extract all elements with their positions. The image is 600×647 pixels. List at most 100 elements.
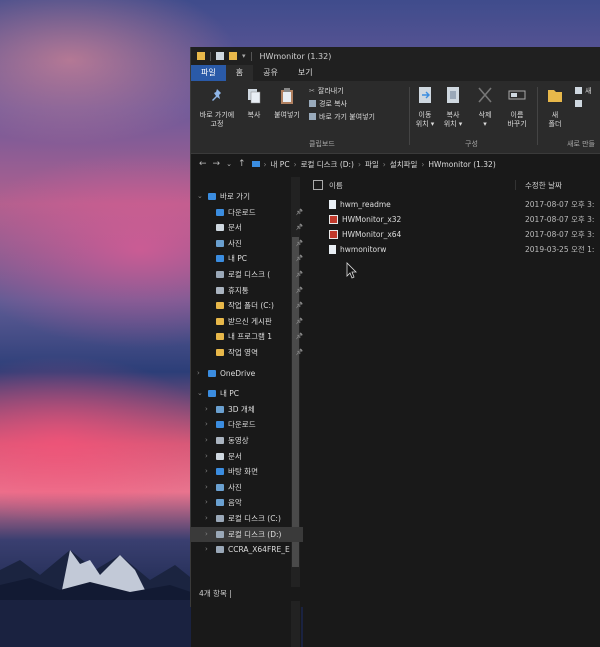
copy-path-button[interactable]: 경로 복사	[309, 98, 347, 109]
config-file-icon	[329, 245, 336, 254]
cube-icon	[216, 405, 224, 413]
nav-item[interactable]: 휴지통 📌	[191, 283, 305, 298]
pinned-icon: 📌	[295, 333, 303, 341]
nav-item[interactable]: › 동영상	[191, 433, 305, 448]
delete-button[interactable]: 삭제 ▾	[475, 85, 495, 129]
expand-chevron-icon[interactable]: ⌄	[197, 386, 204, 401]
expand-chevron-icon[interactable]: ›	[205, 495, 212, 510]
file-row[interactable]: HWMonitor_x32 2017-08-07 오후 3:	[303, 212, 600, 227]
pc-icon	[208, 390, 216, 398]
properties-icon[interactable]	[216, 52, 224, 60]
nav-item-label: 문서	[228, 223, 242, 233]
new-folder-icon[interactable]	[229, 52, 237, 60]
nav-item[interactable]: 문서 📌	[191, 220, 305, 235]
file-row[interactable]: HWMonitor_x64 2017-08-07 오후 3:	[303, 227, 600, 242]
nav-item[interactable]: › OneDrive	[191, 366, 297, 381]
expand-chevron-icon[interactable]: ›	[205, 433, 212, 448]
move-to-icon	[419, 87, 431, 103]
new-folder-icon	[548, 90, 562, 102]
expand-chevron-icon[interactable]: ›	[205, 480, 212, 495]
quick-access-dropdown-icon[interactable]: ▾	[242, 52, 246, 60]
file-row[interactable]: hwm_readme 2017-08-07 오후 3:	[303, 197, 600, 212]
expand-chevron-icon[interactable]: ›	[197, 366, 204, 381]
breadcrumb-pc[interactable]: 내 PC	[271, 159, 290, 170]
copy-to-button[interactable]: 복사 위치 ▾	[441, 85, 465, 129]
nav-item-label: 받으신 게시판	[228, 316, 272, 326]
cloud-icon	[208, 369, 216, 377]
nav-item[interactable]: › 사진	[191, 480, 305, 495]
new-item-button[interactable]: 새	[575, 85, 591, 96]
file-name: hwmonitorw	[340, 245, 387, 254]
pin-to-quick-access-button[interactable]: 바로 가기에 고정	[195, 87, 239, 129]
nav-item[interactable]: › 3D 개체	[191, 402, 305, 417]
paste-button[interactable]: 붙여넣기	[271, 87, 303, 120]
tab-file[interactable]: 파일	[191, 65, 226, 81]
nav-item[interactable]: 작업 영역 📌	[191, 345, 305, 360]
nav-item[interactable]: › 음악	[191, 495, 305, 510]
file-name-cell: HWMonitor_x32	[329, 215, 401, 224]
copy-icon	[248, 89, 261, 104]
path-icon	[309, 100, 316, 107]
column-date[interactable]: 수정한 날짜	[525, 180, 562, 191]
rename-button[interactable]: 이름 바꾸기	[503, 85, 531, 129]
nav-item[interactable]: 받으신 게시판 📌	[191, 314, 305, 329]
pinned-icon: 📌	[295, 271, 303, 278]
expand-chevron-icon[interactable]: ›	[205, 417, 212, 432]
back-arrow-icon[interactable]: ←	[199, 159, 207, 169]
expand-chevron-icon[interactable]: ›	[205, 511, 212, 526]
cut-button[interactable]: ✂ 잘라내기	[309, 85, 344, 96]
expand-chevron-icon[interactable]: ›	[205, 464, 212, 479]
breadcrumb-drive[interactable]: 로컬 디스크 (D:)	[301, 159, 354, 170]
expand-chevron-icon[interactable]: ›	[205, 527, 212, 542]
nav-item[interactable]: › CCRA_X64FRE_E	[191, 542, 305, 557]
expand-chevron-icon[interactable]: ›	[205, 402, 212, 417]
nav-item[interactable]: 사진 📌	[191, 236, 305, 251]
move-to-button[interactable]: 이동 위치 ▾	[413, 85, 437, 129]
file-name-cell: hwm_readme	[329, 200, 391, 209]
file-row[interactable]: hwmonitorw 2019-03-25 오전 1:	[303, 242, 600, 257]
nav-item[interactable]: 다운로드 📌	[191, 205, 305, 220]
nav-item[interactable]: 내 프로그램 1 📌	[191, 329, 305, 344]
select-all-checkbox[interactable]	[313, 180, 323, 190]
nav-item[interactable]: ⌄ 바로 가기	[191, 189, 297, 204]
file-date: 2017-08-07 오후 3:	[525, 230, 595, 239]
nav-item[interactable]: › 바탕 화면	[191, 464, 305, 479]
nav-item[interactable]: › 로컬 디스크 (C:)	[191, 511, 305, 526]
drive-icon	[216, 546, 224, 554]
tab-view[interactable]: 보기	[288, 65, 323, 81]
window-title: HWmonitor (1.32)	[259, 51, 332, 61]
nav-item-label: 내 PC	[220, 389, 240, 399]
nav-item-label: 다운로드	[228, 207, 256, 217]
up-arrow-icon[interactable]: ↑	[238, 159, 246, 169]
nav-item[interactable]: › 로컬 디스크 (D:)	[191, 526, 305, 542]
easy-access-button[interactable]	[575, 98, 582, 109]
nav-item[interactable]: 작업 폴더 (C:) 📌	[191, 298, 305, 313]
address-bar-row: ← → ⌄ ↑ › 내 PC › 로컬 디스크 (D:) › 파일 › 설치파일…	[191, 154, 600, 174]
new-folder-button[interactable]: 새 폴더	[543, 85, 567, 129]
column-name[interactable]: 이름	[329, 180, 343, 191]
nav-item[interactable]: ⌄ 내 PC	[191, 386, 297, 401]
pc-icon	[251, 161, 260, 167]
breadcrumb-current[interactable]: HWmonitor (1.32)	[428, 160, 495, 169]
nav-item[interactable]: 내 PC 📌	[191, 251, 305, 266]
breadcrumb-files[interactable]: 파일	[365, 159, 379, 170]
scissors-icon: ✂	[309, 86, 315, 95]
breadcrumb-installers[interactable]: 설치파일	[390, 159, 418, 170]
nav-item[interactable]: 로컬 디스크 (📌	[191, 267, 305, 282]
expand-chevron-icon[interactable]: ›	[205, 542, 212, 557]
copy-button[interactable]: 복사	[243, 87, 265, 120]
tab-home[interactable]: 홈	[225, 65, 254, 81]
nav-item[interactable]: › 문서	[191, 449, 305, 464]
paste-shortcut-button[interactable]: 바로 가기 붙여넣기	[309, 111, 375, 122]
forward-arrow-icon[interactable]: →	[213, 159, 221, 169]
recent-dropdown-icon[interactable]: ⌄	[226, 160, 232, 168]
nav-item[interactable]: › 다운로드	[191, 417, 305, 432]
expand-chevron-icon[interactable]: ›	[205, 449, 212, 464]
document-icon	[216, 452, 224, 460]
download-icon	[216, 208, 224, 216]
pinned-icon: 📌	[295, 317, 303, 325]
tab-share[interactable]: 공유	[253, 65, 288, 81]
nav-item-label: 작업 폴더 (C:)	[228, 301, 274, 311]
folder-icon	[216, 302, 224, 310]
expand-chevron-icon[interactable]: ⌄	[197, 189, 204, 204]
